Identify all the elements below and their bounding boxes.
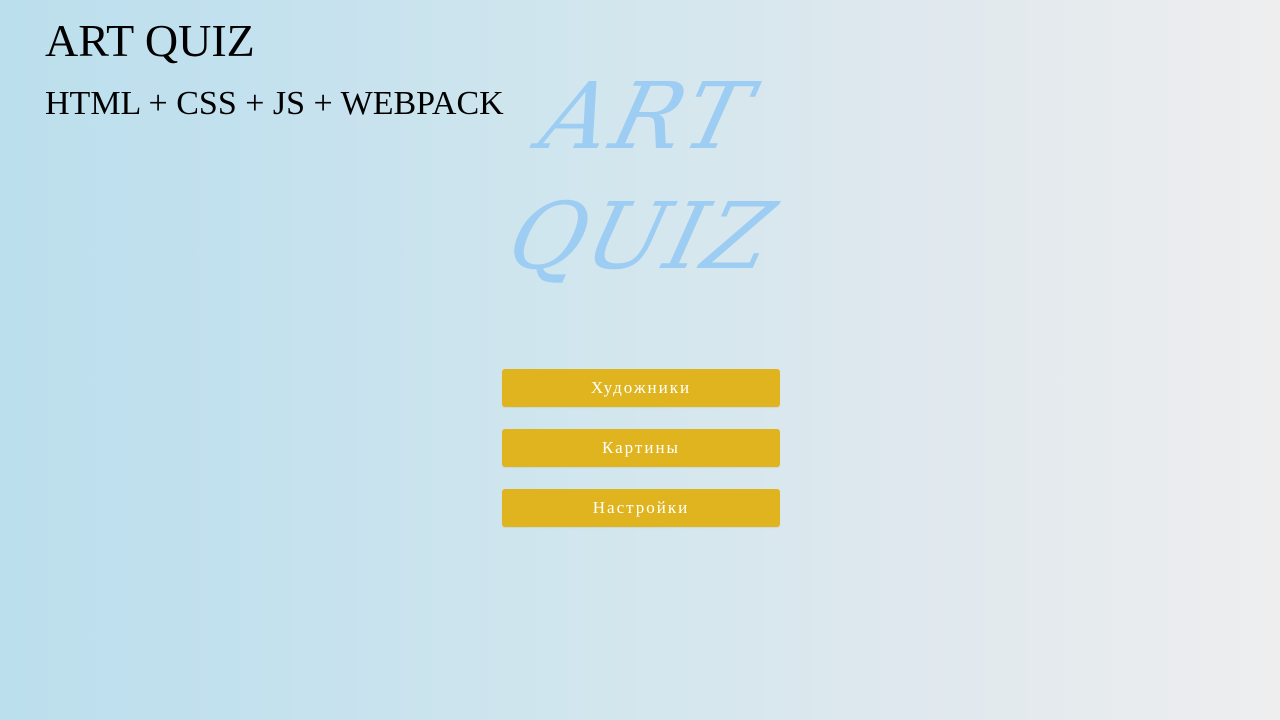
pictures-button[interactable]: Картины xyxy=(502,429,780,467)
page-title: ART QUIZ xyxy=(45,15,255,66)
main-menu: Художники Картины Настройки xyxy=(502,369,780,549)
logo-line-quiz: QUIZ xyxy=(498,183,786,290)
artists-button[interactable]: Художники xyxy=(502,369,780,407)
settings-button[interactable]: Настройки xyxy=(502,489,780,527)
logo-line-art: ART xyxy=(523,63,767,170)
art-quiz-logo: ART QUIZ xyxy=(498,63,786,290)
page-subtitle: HTML + CSS + JS + WEBPACK xyxy=(45,85,504,122)
